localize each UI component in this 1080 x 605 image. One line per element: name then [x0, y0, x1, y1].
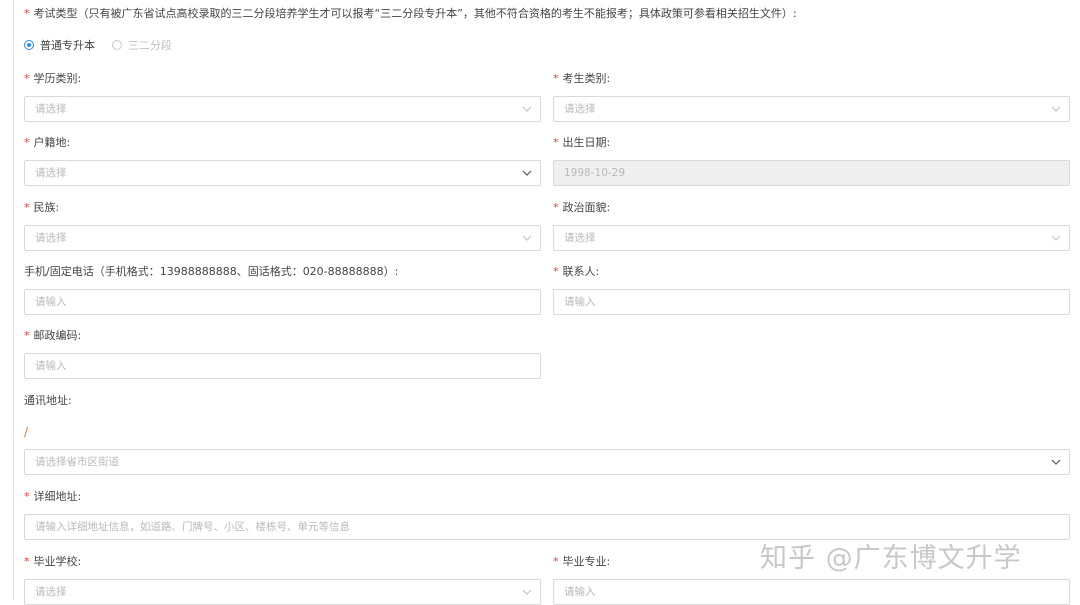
birth-date-value: 1998-10-29 — [564, 167, 626, 179]
select-placeholder: 请选择省市区街道 — [35, 456, 119, 468]
phone-input[interactable]: 请输入 — [24, 289, 541, 315]
birth-date-field: 1998-10-29 — [553, 160, 1070, 186]
required-mark: * — [24, 555, 30, 568]
postal-code-label: * 邮政编码: — [24, 329, 82, 342]
select-placeholder: 请选择 — [35, 167, 67, 179]
required-mark: * — [553, 265, 559, 278]
mailing-address-label: 通讯地址: — [24, 394, 72, 407]
radio-label: 三二分段 — [128, 39, 172, 52]
chevron-down-icon — [1051, 233, 1061, 243]
education-category-select[interactable]: 请选择 — [24, 96, 541, 122]
select-placeholder: 请选择 — [35, 103, 67, 115]
required-mark: * — [24, 7, 30, 20]
select-placeholder: 请选择 — [35, 586, 67, 598]
exam-type-label: * 考试类型（只有被广东省试点高校录取的三二分段培养学生才可以报考“三二分段专升本… — [24, 7, 797, 20]
select-placeholder: 请选择 — [564, 232, 596, 244]
contact-input[interactable]: 请输入 — [553, 289, 1070, 315]
input-placeholder: 请输入 — [35, 296, 67, 308]
required-mark: * — [24, 72, 30, 85]
political-status-label: * 政治面貌: — [553, 201, 611, 214]
graduate-school-label: * 毕业学校: — [24, 555, 82, 568]
required-mark: * — [553, 201, 559, 214]
chevron-down-icon — [522, 168, 532, 178]
select-placeholder: 请选择 — [564, 103, 596, 115]
mailing-address-select[interactable]: 请选择省市区街道 — [24, 449, 1070, 475]
input-placeholder: 请输入 — [564, 296, 596, 308]
radio-regular-upgrade[interactable]: 普通专升本 — [24, 39, 95, 52]
page-left-border — [0, 0, 18, 600]
chevron-down-icon — [522, 104, 532, 114]
required-mark: * — [24, 201, 30, 214]
required-mark: * — [553, 72, 559, 85]
graduate-major-input[interactable]: 请输入 — [553, 579, 1070, 605]
birth-date-label: * 出生日期: — [553, 136, 611, 149]
political-status-select[interactable]: 请选择 — [553, 225, 1070, 251]
required-mark: * — [24, 490, 30, 503]
input-placeholder: 请输入 — [35, 360, 67, 372]
required-mark: * — [553, 555, 559, 568]
input-placeholder: 请输入 — [564, 586, 596, 598]
watermark: 知乎 @广东博文升学 — [760, 543, 1022, 574]
ethnicity-select[interactable]: 请选择 — [24, 225, 541, 251]
required-mark: * — [24, 136, 30, 149]
detailed-address-label: * 详细地址: — [24, 490, 82, 503]
address-path-separator: / — [24, 425, 29, 439]
select-placeholder: 请选择 — [35, 232, 67, 244]
chevron-down-icon — [1051, 104, 1061, 114]
chevron-down-icon — [522, 587, 532, 597]
required-mark: * — [24, 329, 30, 342]
graduate-school-select[interactable]: 请选择 — [24, 579, 541, 605]
required-mark: * — [553, 136, 559, 149]
chevron-down-icon — [522, 233, 532, 243]
candidate-category-label: * 考生类别: — [553, 72, 611, 85]
radio-unchecked-icon — [112, 40, 122, 50]
chevron-down-icon — [1051, 457, 1061, 467]
radio-label: 普通专升本 — [40, 39, 95, 52]
education-category-label: * 学历类别: — [24, 72, 82, 85]
radio-three-two[interactable]: 三二分段 — [112, 39, 172, 52]
phone-label: 手机/固定电话（手机格式：13988888888、固话格式：020-888888… — [24, 265, 399, 278]
input-placeholder: 请输入详细地址信息，如道路、门牌号、小区、楼栋号、单元等信息 — [35, 521, 350, 533]
radio-checked-icon — [24, 40, 34, 50]
household-registration-label: * 户籍地: — [24, 136, 71, 149]
ethnicity-label: * 民族: — [24, 201, 60, 214]
graduate-major-label: * 毕业专业: — [553, 555, 611, 568]
candidate-category-select[interactable]: 请选择 — [553, 96, 1070, 122]
contact-label: * 联系人: — [553, 265, 600, 278]
household-registration-select[interactable]: 请选择 — [24, 160, 541, 186]
postal-code-input[interactable]: 请输入 — [24, 353, 541, 379]
